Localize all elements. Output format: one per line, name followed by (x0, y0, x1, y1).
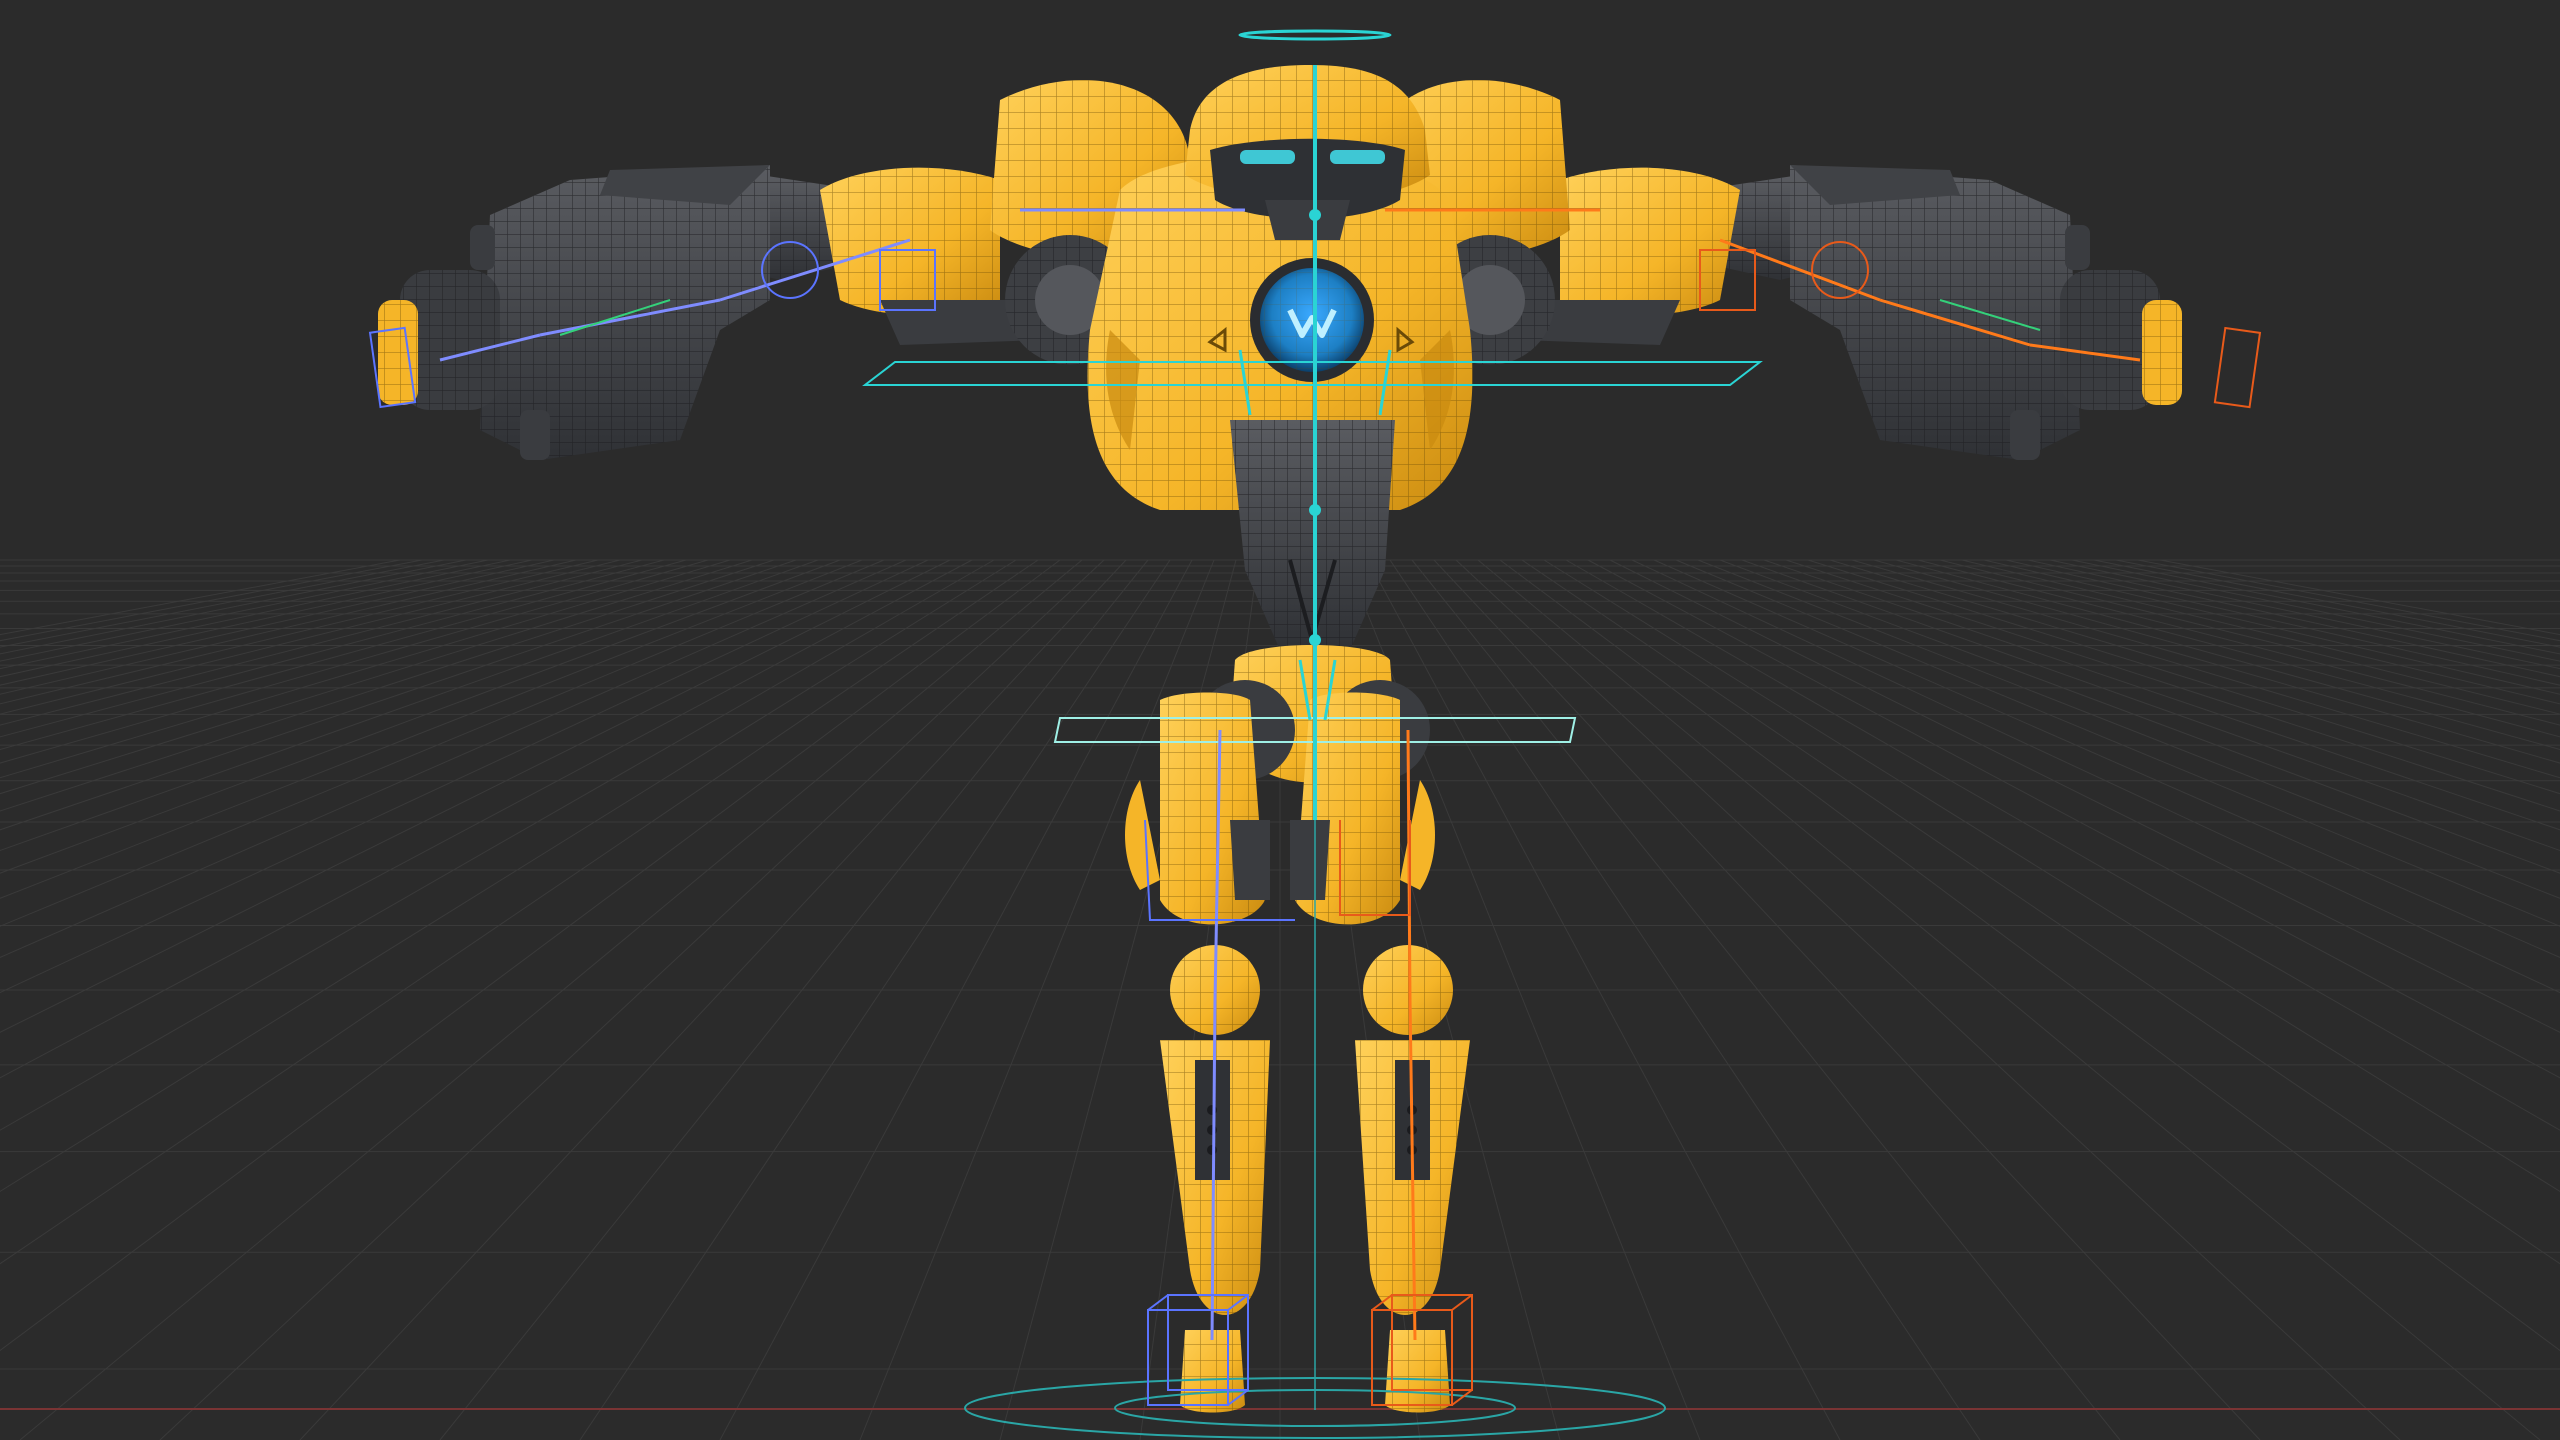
grid-line (1477, 559, 2541, 1440)
right-eye-icon (1330, 150, 1385, 164)
grid-line (1851, 559, 2560, 764)
grid-line (0, 559, 1017, 1193)
grid-line (1829, 559, 2560, 779)
grid-line (0, 559, 687, 750)
grid-line (0, 559, 797, 831)
viewport-canvas[interactable] (0, 0, 2560, 1440)
grid-line (0, 559, 401, 636)
grid-line (0, 559, 511, 670)
grid-line (2159, 559, 2560, 636)
grid-line (2049, 559, 2560, 670)
grid-line (1499, 559, 2560, 1352)
spine-joint[interactable] (1309, 209, 1321, 221)
left-eye-icon (1240, 150, 1295, 164)
grid-line (1719, 559, 2560, 874)
grid-line (1741, 559, 2560, 852)
grid-line (0, 559, 775, 812)
grid-line (579, 559, 1171, 1440)
right-foot[interactable] (1385, 1330, 1450, 1413)
right-arm-cannon[interactable] (1690, 165, 2182, 460)
grid-line (1411, 559, 2121, 1440)
grid-line (0, 559, 445, 648)
grid-line (1763, 559, 2560, 831)
grid-line (0, 559, 951, 1033)
grid-line (0, 559, 929, 994)
grid-line (1807, 559, 2560, 795)
grid-line (0, 559, 907, 958)
spine-joint[interactable] (1309, 634, 1321, 646)
grid-line (2115, 559, 2560, 648)
grid-line (0, 559, 423, 642)
grid-line (1675, 559, 2560, 927)
grid-line (2005, 559, 2560, 686)
grid-line (1653, 559, 2560, 958)
grid-line (719, 559, 1193, 1440)
grid-line (1565, 559, 2560, 1131)
grid-line (0, 559, 1061, 1352)
grid-line (1389, 559, 1981, 1440)
grid-line (0, 559, 753, 795)
grid-line (0, 559, 709, 764)
grid-line (0, 559, 995, 1131)
grid-line (1873, 559, 2560, 750)
grid-line (19, 559, 1083, 1440)
grid-line (1785, 559, 2560, 812)
grid-line (1433, 559, 2261, 1440)
grid-line (0, 559, 533, 678)
grid-line (2093, 559, 2560, 655)
grid-line (859, 559, 1215, 1440)
grid-line (0, 559, 885, 927)
grid-line (1631, 559, 2560, 994)
grid-line (0, 559, 489, 662)
abdomen[interactable] (1230, 420, 1395, 650)
grid-line (2027, 559, 2560, 678)
grid-line (1455, 559, 2401, 1440)
grid-line (1609, 559, 2560, 1033)
grid-line (159, 559, 1105, 1440)
left-leg[interactable] (1125, 692, 1270, 1316)
grid-line (0, 559, 841, 874)
right-hand-box-control[interactable] (2213, 326, 2262, 409)
grid-line (0, 559, 555, 686)
head-halo-control[interactable] (1238, 29, 1392, 41)
3d-viewport[interactable] (0, 0, 2560, 1440)
grid-line (2137, 559, 2560, 642)
grid-line (0, 559, 731, 779)
grid-line (0, 559, 819, 852)
grid-line (1543, 559, 2560, 1193)
grid-line (0, 559, 467, 655)
grid-line (2071, 559, 2560, 662)
grid-line (439, 559, 1149, 1440)
left-arm-cannon[interactable] (378, 165, 870, 460)
spine-joint[interactable] (1309, 504, 1321, 516)
grid-line (299, 559, 1127, 1440)
